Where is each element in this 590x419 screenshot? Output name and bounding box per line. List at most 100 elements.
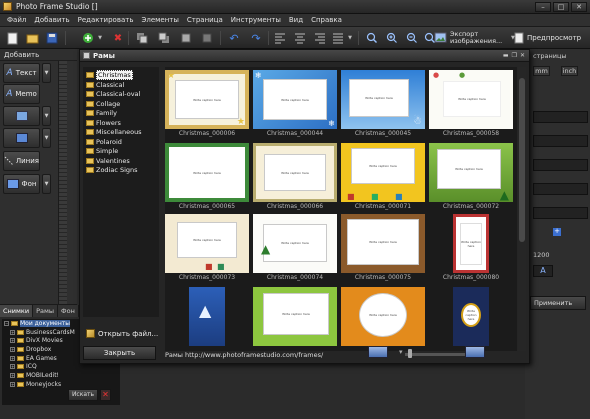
forward-icon[interactable] [178,30,194,46]
property-field[interactable] [533,135,588,147]
frame-thumbnail[interactable]: Write caption here [253,287,337,351]
frame-thumbnail[interactable]: Write caption here ★ ★ Christmas_000006 [165,70,249,140]
tab-backgrounds[interactable]: Фон [58,305,79,317]
add-icon[interactable] [80,30,96,46]
apply-button[interactable]: Применить [530,296,586,310]
text-style-icon[interactable]: A [533,265,553,277]
small-thumbnails-icon[interactable] [465,346,485,358]
collapse-icon[interactable]: − [4,320,9,326]
delete-icon[interactable]: ✖ [110,30,126,46]
expand-icon[interactable]: + [10,329,15,335]
export-image-button[interactable]: Экспорт изображения... ▼ [434,29,515,47]
frames-url-text[interactable]: Рамы http://www.photoframestudio.com/fra… [165,351,323,359]
close-window-button[interactable]: ✕ [571,2,587,12]
tree-item[interactable]: + MOBILedit! [2,371,120,380]
menu-tools[interactable]: Инструменты [227,16,285,24]
property-field[interactable] [533,183,588,195]
frame-thumbnail[interactable]: Write caption here ■ ■ Christmas_000073 [165,214,249,284]
send-back-icon[interactable] [156,30,172,46]
property-field[interactable] [533,207,588,219]
search-button[interactable]: Искать [68,389,98,401]
property-field[interactable] [533,111,588,123]
shape-dropdown-button[interactable]: ▼ [42,128,51,148]
menu-view[interactable]: Вид [285,16,307,24]
align-right-icon[interactable] [312,30,328,46]
category-item-flowers[interactable]: Flowers [86,118,121,127]
add-image-button[interactable] [3,106,40,126]
zoom-out-icon[interactable] [404,30,420,46]
dialog-close-icon[interactable]: ✕ [520,52,525,59]
add-memo-button[interactable]: A Memo [3,84,40,104]
add-dropdown-icon[interactable]: ▼ [96,30,104,46]
align-dropdown-icon[interactable]: ▼ [346,30,354,46]
grid-scrollbar-thumb[interactable] [519,78,525,242]
unit-mm-button[interactable]: mm [533,66,550,76]
tree-item[interactable]: + Moneyjocks [2,380,120,389]
add-size-icon[interactable]: + [553,228,561,236]
preview-button[interactable]: Предпросмотр [514,30,581,46]
frame-thumbnail[interactable]: Write caption here ■ ■ ■ Christmas_00007… [341,143,425,213]
frame-thumbnail[interactable]: Write caption here ▲ Christmas_000072 [429,143,513,213]
page-tab[interactable]: страницы [533,52,567,60]
bring-front-icon[interactable] [134,30,150,46]
category-item-classical[interactable]: Classical [86,80,124,89]
add-background-button[interactable]: Фон [3,174,40,194]
add-panel-tab[interactable]: Добавить [4,51,39,59]
dialog-minimize-icon[interactable]: ▬ [503,52,509,59]
zoom-fit-icon[interactable] [364,30,380,46]
category-item-valentines[interactable]: Valentines [86,156,130,165]
undo-icon[interactable]: ↶ [226,30,242,46]
redo-icon[interactable]: ↷ [248,30,264,46]
save-icon[interactable] [44,30,60,46]
expand-icon[interactable]: + [10,355,15,361]
text-dropdown-button[interactable]: ▼ [42,63,51,83]
add-line-button[interactable]: Линия [3,151,40,171]
frame-thumbnail[interactable]: Write caption here ☃ Christmas_000045 [341,70,425,140]
cancel-search-icon[interactable]: ✕ [100,389,111,401]
new-icon[interactable] [4,30,20,46]
menu-add[interactable]: Добавить [30,16,73,24]
align-justify-icon[interactable] [330,30,346,46]
backward-icon[interactable] [199,30,215,46]
dialog-restore-icon[interactable]: ❐ [512,52,517,59]
frame-thumbnail[interactable]: Write caption here ● ● Christmas_000058 [429,70,513,140]
open-folder-icon[interactable] [24,30,40,46]
expand-icon[interactable]: + [10,338,15,344]
frame-thumbnail[interactable]: Write caption here Christmas_000066 [253,143,337,213]
menu-file[interactable]: Файл [3,16,30,24]
maximize-button[interactable]: □ [553,2,569,12]
frame-thumbnail[interactable]: Write caption here ▲ Christmas_000074 [253,214,337,284]
zoom-in-icon[interactable] [384,30,400,46]
add-text-button[interactable]: A Текст [3,63,40,83]
align-center-icon[interactable] [292,30,308,46]
large-thumbnails-icon[interactable] [368,346,388,358]
tab-frames[interactable]: Рамы [33,305,59,317]
menu-help[interactable]: Справка [307,16,346,24]
frame-thumbnail[interactable]: Write caption here [429,287,513,351]
frame-thumbnail[interactable]: Write caption here Christmas_000065 [165,143,249,213]
image-dropdown-button[interactable]: ▼ [42,106,51,126]
open-file-button[interactable]: Открыть файл... [86,329,158,338]
category-item-family[interactable]: Family [86,109,117,118]
category-item-miscellaneous[interactable]: Miscellaneous [86,128,142,137]
frame-thumbnail[interactable]: Write caption here [341,287,425,351]
close-button[interactable]: Закрыть [83,346,156,360]
thumbnail-size-slider[interactable] [405,353,465,356]
frame-thumbnail[interactable]: Write caption here Christmas_000075 [341,214,425,284]
slider-knob[interactable] [408,349,412,358]
expand-icon[interactable]: + [10,381,15,387]
frame-thumbnail[interactable]: Write caption here ❄ ❄ Christmas_000044 [253,70,337,140]
menu-edit[interactable]: Редактировать [74,16,138,24]
unit-inch-button[interactable]: inch [561,66,578,76]
category-item-simple[interactable]: Simple [86,147,118,156]
add-shape-button[interactable] [3,128,40,148]
category-item-polaroid[interactable]: Polaroid [86,137,122,146]
align-left-icon[interactable] [272,30,288,46]
menu-page[interactable]: Страница [183,16,227,24]
category-item-zodiac-signs[interactable]: Zodiac Signs [86,166,138,175]
frame-thumbnail[interactable]: Write caption here Christmas_000080 [429,214,513,284]
category-item-christmas[interactable]: Christmas [86,69,133,80]
background-dropdown-button[interactable]: ▼ [42,174,51,194]
category-item-classical-oval[interactable]: Classical-oval [86,90,140,99]
expand-icon[interactable]: + [10,364,15,370]
